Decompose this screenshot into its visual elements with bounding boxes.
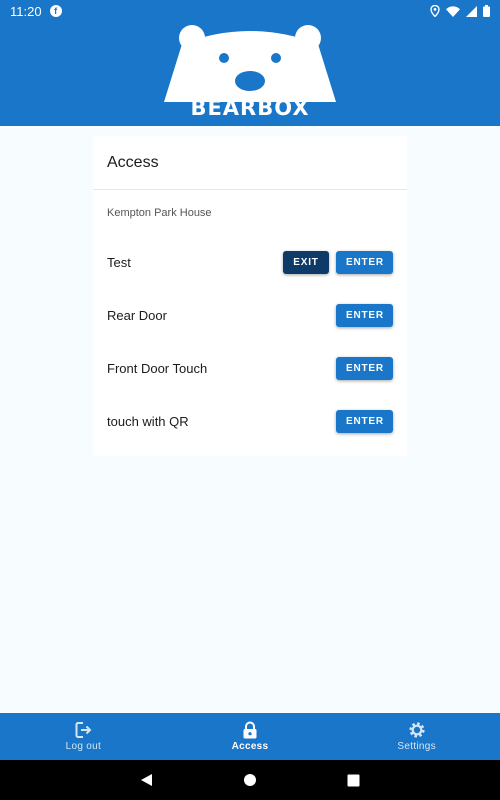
door-name: Rear Door (107, 308, 167, 323)
nav-settings[interactable]: Settings (333, 713, 500, 760)
nav-settings-label: Settings (397, 741, 436, 752)
location-icon (430, 5, 440, 17)
gear-icon (409, 722, 425, 738)
enter-button[interactable]: ENTER (336, 357, 393, 380)
lock-icon (243, 721, 257, 739)
door-name: Test (107, 255, 131, 270)
wifi-icon (446, 5, 460, 17)
enter-button[interactable]: ENTER (336, 251, 393, 274)
enter-button[interactable]: ENTER (336, 304, 393, 327)
site-label: Kempton Park House (107, 207, 212, 219)
exit-button[interactable]: EXIT (283, 251, 329, 274)
nav-access[interactable]: Access (167, 713, 334, 760)
enter-button[interactable]: ENTER (336, 410, 393, 433)
bottom-navigation: Log out Access Settings (0, 713, 500, 760)
bear-icon (164, 25, 336, 102)
nav-access-label: Access (231, 741, 269, 752)
home-icon[interactable] (243, 773, 257, 787)
card-title: Access (93, 136, 407, 190)
nav-logout-label: Log out (65, 741, 102, 752)
status-time: 11:20 (10, 3, 42, 19)
nav-logout[interactable]: Log out (0, 713, 167, 760)
back-icon[interactable] (140, 773, 154, 787)
signal-icon (466, 5, 477, 17)
logout-icon (75, 722, 92, 738)
door-row: Front Door Touch ENTER (93, 342, 407, 395)
access-card: Access Kempton Park House Test EXIT ENTE… (93, 136, 407, 456)
system-navigation-bar (0, 760, 500, 800)
status-bar: 11:20 f (0, 0, 500, 22)
door-name: touch with QR (107, 414, 189, 429)
app-notification-icon: f (49, 5, 62, 17)
door-row: Rear Door ENTER (93, 289, 407, 342)
logo-text: BEARBOX (190, 96, 310, 120)
bearbox-logo: BEARBOX (160, 22, 340, 122)
battery-icon (483, 5, 490, 17)
door-name: Front Door Touch (107, 361, 208, 376)
app-header: BEARBOX (0, 22, 500, 126)
door-row: touch with QR ENTER (93, 395, 407, 448)
recents-icon[interactable] (347, 774, 360, 787)
door-row: Test EXIT ENTER (93, 236, 407, 289)
